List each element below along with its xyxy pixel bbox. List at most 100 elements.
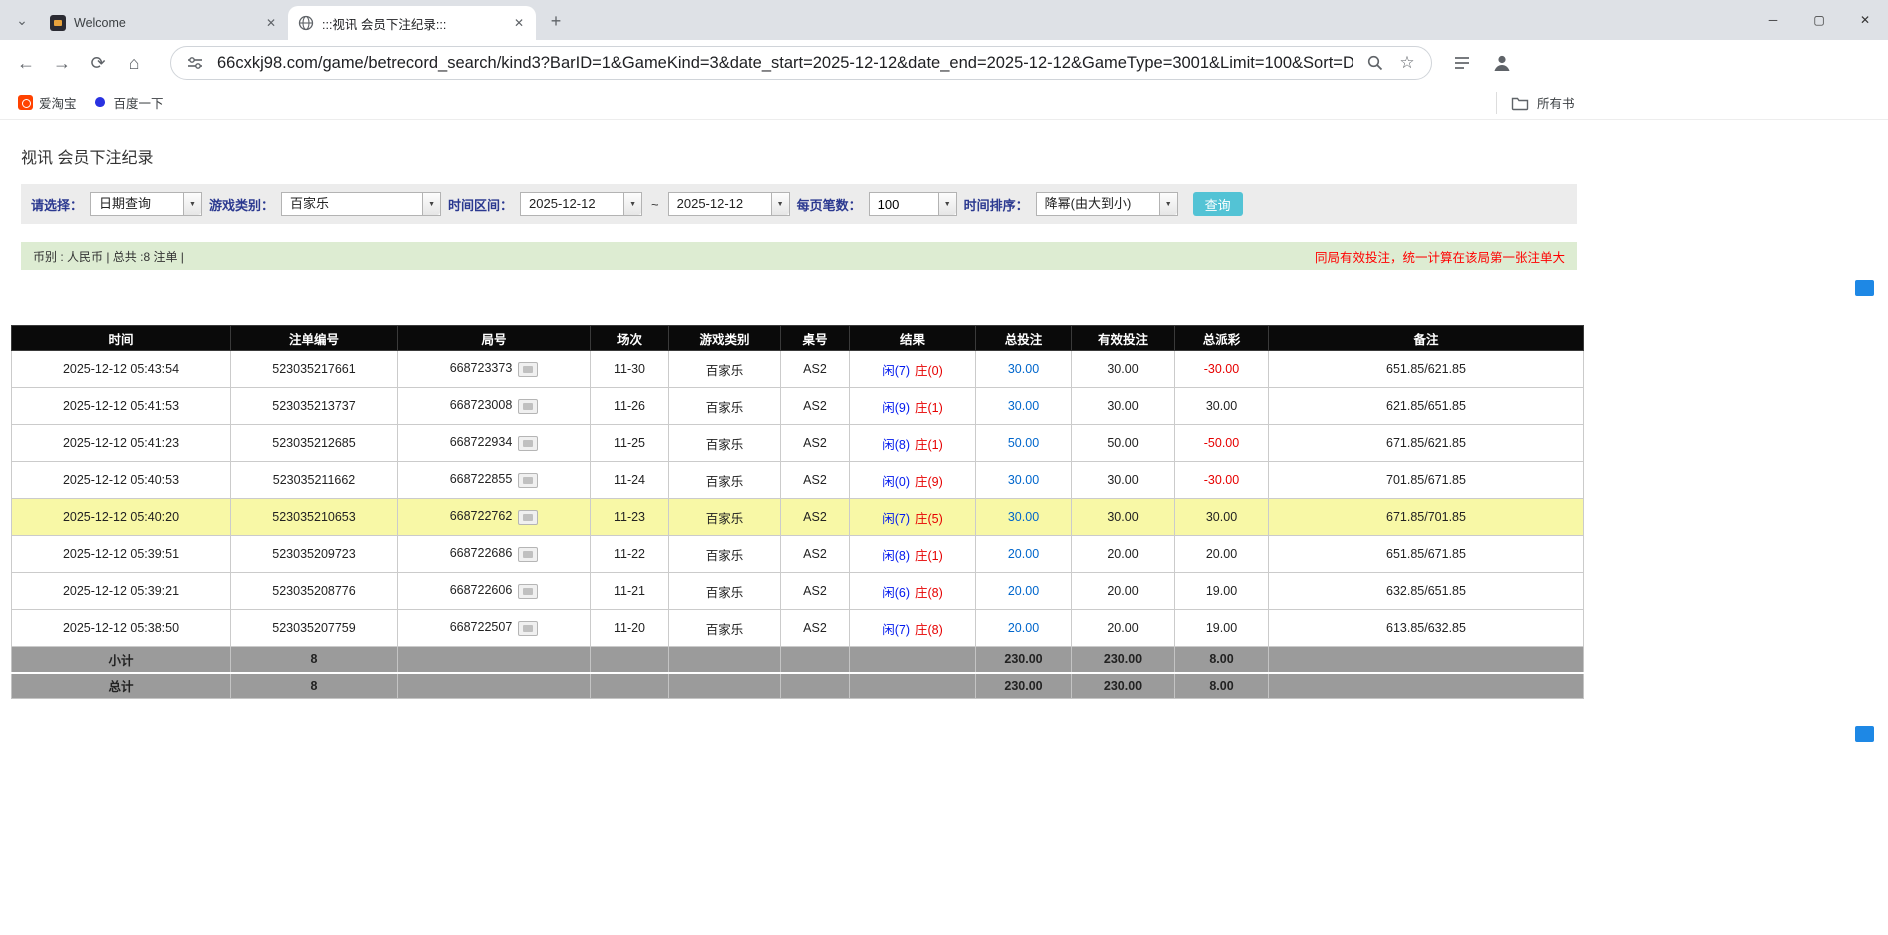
chevron-down-icon[interactable]: ▼: [623, 193, 641, 215]
time-cell: 2025-12-12 05:41:23: [12, 425, 231, 462]
tab-betrecord[interactable]: :::视讯 会员下注纪录::: ✕: [288, 6, 536, 40]
total-bet-link[interactable]: 20.00: [1008, 547, 1039, 561]
page-size-select[interactable]: ▼: [869, 192, 957, 216]
table-row[interactable]: 2025-12-12 05:40:20 523035210653 6687227…: [12, 499, 1584, 536]
payout-cell: -50.00: [1175, 425, 1269, 462]
taobao-favicon: [18, 95, 33, 110]
reload-button[interactable]: ⟳: [80, 45, 116, 81]
new-tab-button[interactable]: +: [542, 7, 570, 35]
baidu-favicon: [93, 95, 108, 110]
close-button[interactable]: ✕: [1842, 0, 1888, 40]
round-number: 668722606: [450, 583, 513, 597]
site-info-icon[interactable]: [185, 53, 205, 73]
session-cell: 11-30: [591, 351, 669, 388]
bet-id-cell: 523035207759: [231, 610, 398, 647]
time-cell: 2025-12-12 05:43:54: [12, 351, 231, 388]
back-button[interactable]: ←: [8, 45, 44, 81]
total-bet-link[interactable]: 30.00: [1008, 362, 1039, 376]
side-panel-icon[interactable]: [1450, 51, 1474, 75]
date-end-select[interactable]: 2025-12-12 ▼: [668, 192, 790, 216]
bet-id-cell: 523035212685: [231, 425, 398, 462]
result-cell: 闲(6)庄(8): [850, 573, 976, 610]
scroll-top-button[interactable]: [1855, 280, 1874, 296]
zoom-icon[interactable]: [1365, 53, 1385, 73]
bookmark-baidu[interactable]: 百度一下: [85, 89, 172, 116]
chevron-down-icon[interactable]: ▼: [183, 193, 201, 215]
table-no-cell: AS2: [781, 499, 850, 536]
maximize-button[interactable]: ▢: [1796, 0, 1842, 40]
table-row[interactable]: 2025-12-12 05:41:23 523035212685 6687229…: [12, 425, 1584, 462]
date-start-select[interactable]: 2025-12-12 ▼: [520, 192, 642, 216]
time-cell: 2025-12-12 05:40:20: [12, 499, 231, 536]
round-cell: 668722606: [398, 573, 591, 610]
valid-bet-cell: 30.00: [1072, 388, 1175, 425]
minimize-button[interactable]: ─: [1750, 0, 1796, 40]
forward-button[interactable]: →: [44, 45, 80, 81]
chevron-down-icon[interactable]: ▼: [771, 193, 789, 215]
all-bookmarks-button[interactable]: 所有书: [1496, 92, 1575, 114]
table-row[interactable]: 2025-12-12 05:39:51 523035209723 6687226…: [12, 536, 1584, 573]
sort-select[interactable]: 降幂(由大到小) ▼: [1036, 192, 1178, 216]
tab-search-button[interactable]: ⌄: [8, 6, 36, 34]
game-type-cell: 百家乐: [669, 388, 781, 425]
table-row[interactable]: 2025-12-12 05:38:50 523035207759 6687225…: [12, 610, 1584, 647]
result-cell: 闲(7)庄(8): [850, 610, 976, 647]
bookmark-star-icon[interactable]: ☆: [1397, 53, 1417, 73]
profile-icon[interactable]: [1490, 51, 1514, 75]
table-row[interactable]: 2025-12-12 05:41:53 523035213737 6687230…: [12, 388, 1584, 425]
total-bet-link[interactable]: 50.00: [1008, 436, 1039, 450]
round-cell: 668722855: [398, 462, 591, 499]
page-size-input[interactable]: [870, 193, 938, 215]
scroll-bottom-button[interactable]: [1855, 726, 1874, 742]
total-bet-link[interactable]: 20.00: [1008, 584, 1039, 598]
game-type-select[interactable]: 百家乐 ▼: [281, 192, 441, 216]
result-player: 闲(0): [882, 475, 910, 489]
time-cell: 2025-12-12 05:40:53: [12, 462, 231, 499]
home-button[interactable]: ⌂: [116, 45, 152, 81]
round-replay-button[interactable]: [518, 473, 538, 488]
col-header-total-bet: 总投注: [976, 326, 1072, 351]
chevron-down-icon[interactable]: ▼: [938, 193, 956, 215]
total-bet-link[interactable]: 30.00: [1008, 399, 1039, 413]
total-bet-link[interactable]: 30.00: [1008, 510, 1039, 524]
round-replay-button[interactable]: [518, 547, 538, 562]
tab-close-icon[interactable]: ✕: [262, 14, 280, 32]
query-type-select[interactable]: 日期查询 ▼: [90, 192, 202, 216]
tab-title: :::视讯 会员下注纪录:::: [322, 14, 502, 33]
round-replay-button[interactable]: [518, 621, 538, 636]
result-banker: 庄(8): [915, 623, 943, 637]
chevron-down-icon[interactable]: ▼: [422, 193, 440, 215]
round-replay-button[interactable]: [518, 584, 538, 599]
address-bar[interactable]: 66cxkj98.com/game/betrecord_search/kind3…: [170, 46, 1432, 80]
total-bet-link[interactable]: 30.00: [1008, 473, 1039, 487]
tab-close-icon[interactable]: ✕: [510, 14, 528, 32]
col-header-game-type: 游戏类别: [669, 326, 781, 351]
tab-welcome[interactable]: Welcome ✕: [40, 6, 288, 40]
result-player: 闲(7): [882, 512, 910, 526]
subtotal-total-bet: 230.00: [976, 647, 1072, 673]
table-row[interactable]: 2025-12-12 05:43:54 523035217661 6687233…: [12, 351, 1584, 388]
subtotal-count: 8: [231, 647, 398, 673]
valid-bet-cell: 20.00: [1072, 536, 1175, 573]
toolbar-right-icons: [1450, 51, 1514, 75]
search-button[interactable]: 查询: [1193, 192, 1243, 216]
round-number: 668722762: [450, 509, 513, 523]
valid-bet-cell: 30.00: [1072, 499, 1175, 536]
table-no-cell: AS2: [781, 610, 850, 647]
bet-id-cell: 523035213737: [231, 388, 398, 425]
round-cell: 668722507: [398, 610, 591, 647]
round-replay-button[interactable]: [518, 362, 538, 377]
result-cell: 闲(8)庄(1): [850, 425, 976, 462]
table-row[interactable]: 2025-12-12 05:40:53 523035211662 6687228…: [12, 462, 1584, 499]
round-replay-button[interactable]: [518, 399, 538, 414]
bookmark-aitaobao[interactable]: 爱淘宝: [10, 89, 85, 116]
currency-summary-text: 币别 : 人民币 | 总共 :8 注单 |: [33, 248, 184, 265]
chevron-down-icon[interactable]: ▼: [1159, 193, 1177, 215]
total-bet-link[interactable]: 20.00: [1008, 621, 1039, 635]
table-row[interactable]: 2025-12-12 05:39:21 523035208776 6687226…: [12, 573, 1584, 610]
table-no-cell: AS2: [781, 388, 850, 425]
url-text[interactable]: 66cxkj98.com/game/betrecord_search/kind3…: [217, 54, 1353, 73]
round-replay-button[interactable]: [518, 510, 538, 525]
round-replay-button[interactable]: [518, 436, 538, 451]
video-icon: [523, 551, 533, 558]
